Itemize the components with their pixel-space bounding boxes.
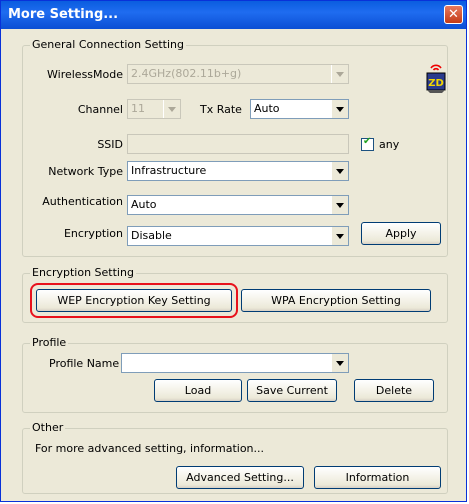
tx-rate-value: Auto — [254, 102, 280, 115]
channel-select[interactable]: 11 — [127, 99, 181, 119]
network-type-label: Network Type — [48, 165, 123, 178]
title-bar[interactable]: More Setting... ✕ — [1, 1, 466, 29]
channel-value: 11 — [131, 102, 145, 115]
close-button[interactable]: ✕ — [444, 5, 463, 24]
wireless-mode-label: WirelessMode — [47, 68, 123, 81]
chevron-down-icon — [331, 196, 348, 214]
encryption-select[interactable]: Disable — [127, 226, 349, 246]
encryption-value: Disable — [131, 229, 172, 242]
wireless-logo-icon: ZD — [426, 64, 446, 93]
profile-name-select[interactable] — [121, 353, 349, 373]
any-label: any — [379, 138, 400, 151]
chevron-down-icon — [331, 100, 348, 118]
encryption-label: Encryption — [63, 227, 123, 240]
ssid-input[interactable] — [127, 134, 349, 154]
general-connection-title: General Connection Setting — [30, 38, 186, 51]
authentication-value: Auto — [131, 198, 157, 211]
wireless-mode-select[interactable]: 2.4GHz(802.11b+g) — [127, 64, 349, 84]
channel-label: Channel — [77, 103, 123, 116]
chevron-down-icon — [163, 100, 180, 118]
save-current-button[interactable]: Save Current — [247, 379, 337, 402]
chevron-down-icon — [331, 162, 348, 180]
apply-button[interactable]: Apply — [361, 222, 441, 245]
advanced-setting-button[interactable]: Advanced Setting... — [176, 466, 304, 489]
network-type-select[interactable]: Infrastructure — [127, 161, 349, 181]
more-setting-dialog: More Setting... ✕ General Connection Set… — [0, 0, 467, 502]
authentication-label: Authentication — [42, 195, 123, 208]
load-button[interactable]: Load — [154, 379, 242, 402]
ssid-label: SSID — [97, 138, 123, 151]
other-title: Other — [30, 421, 66, 434]
chevron-down-icon — [331, 354, 348, 372]
authentication-select[interactable]: Auto — [127, 195, 349, 215]
information-button[interactable]: Information — [314, 466, 441, 489]
wireless-mode-value: 2.4GHz(802.11b+g) — [131, 67, 242, 80]
window-title: More Setting... — [8, 7, 119, 22]
chevron-down-icon — [331, 65, 348, 83]
profile-title: Profile — [30, 336, 69, 349]
network-type-value: Infrastructure — [131, 164, 207, 177]
tx-rate-label: Tx Rate — [200, 103, 242, 116]
tx-rate-select[interactable]: Auto — [250, 99, 349, 119]
delete-button[interactable]: Delete — [354, 379, 434, 402]
highlight-outline — [30, 283, 238, 318]
any-checkbox[interactable] — [361, 136, 374, 151]
other-description: For more advanced setting, information..… — [35, 442, 265, 455]
chevron-down-icon — [331, 227, 348, 245]
wpa-setting-button[interactable]: WPA Encryption Setting — [241, 289, 431, 312]
encryption-setting-title: Encryption Setting — [30, 266, 136, 279]
profile-name-label: Profile Name — [49, 357, 120, 370]
logo-text: ZD — [428, 78, 444, 89]
